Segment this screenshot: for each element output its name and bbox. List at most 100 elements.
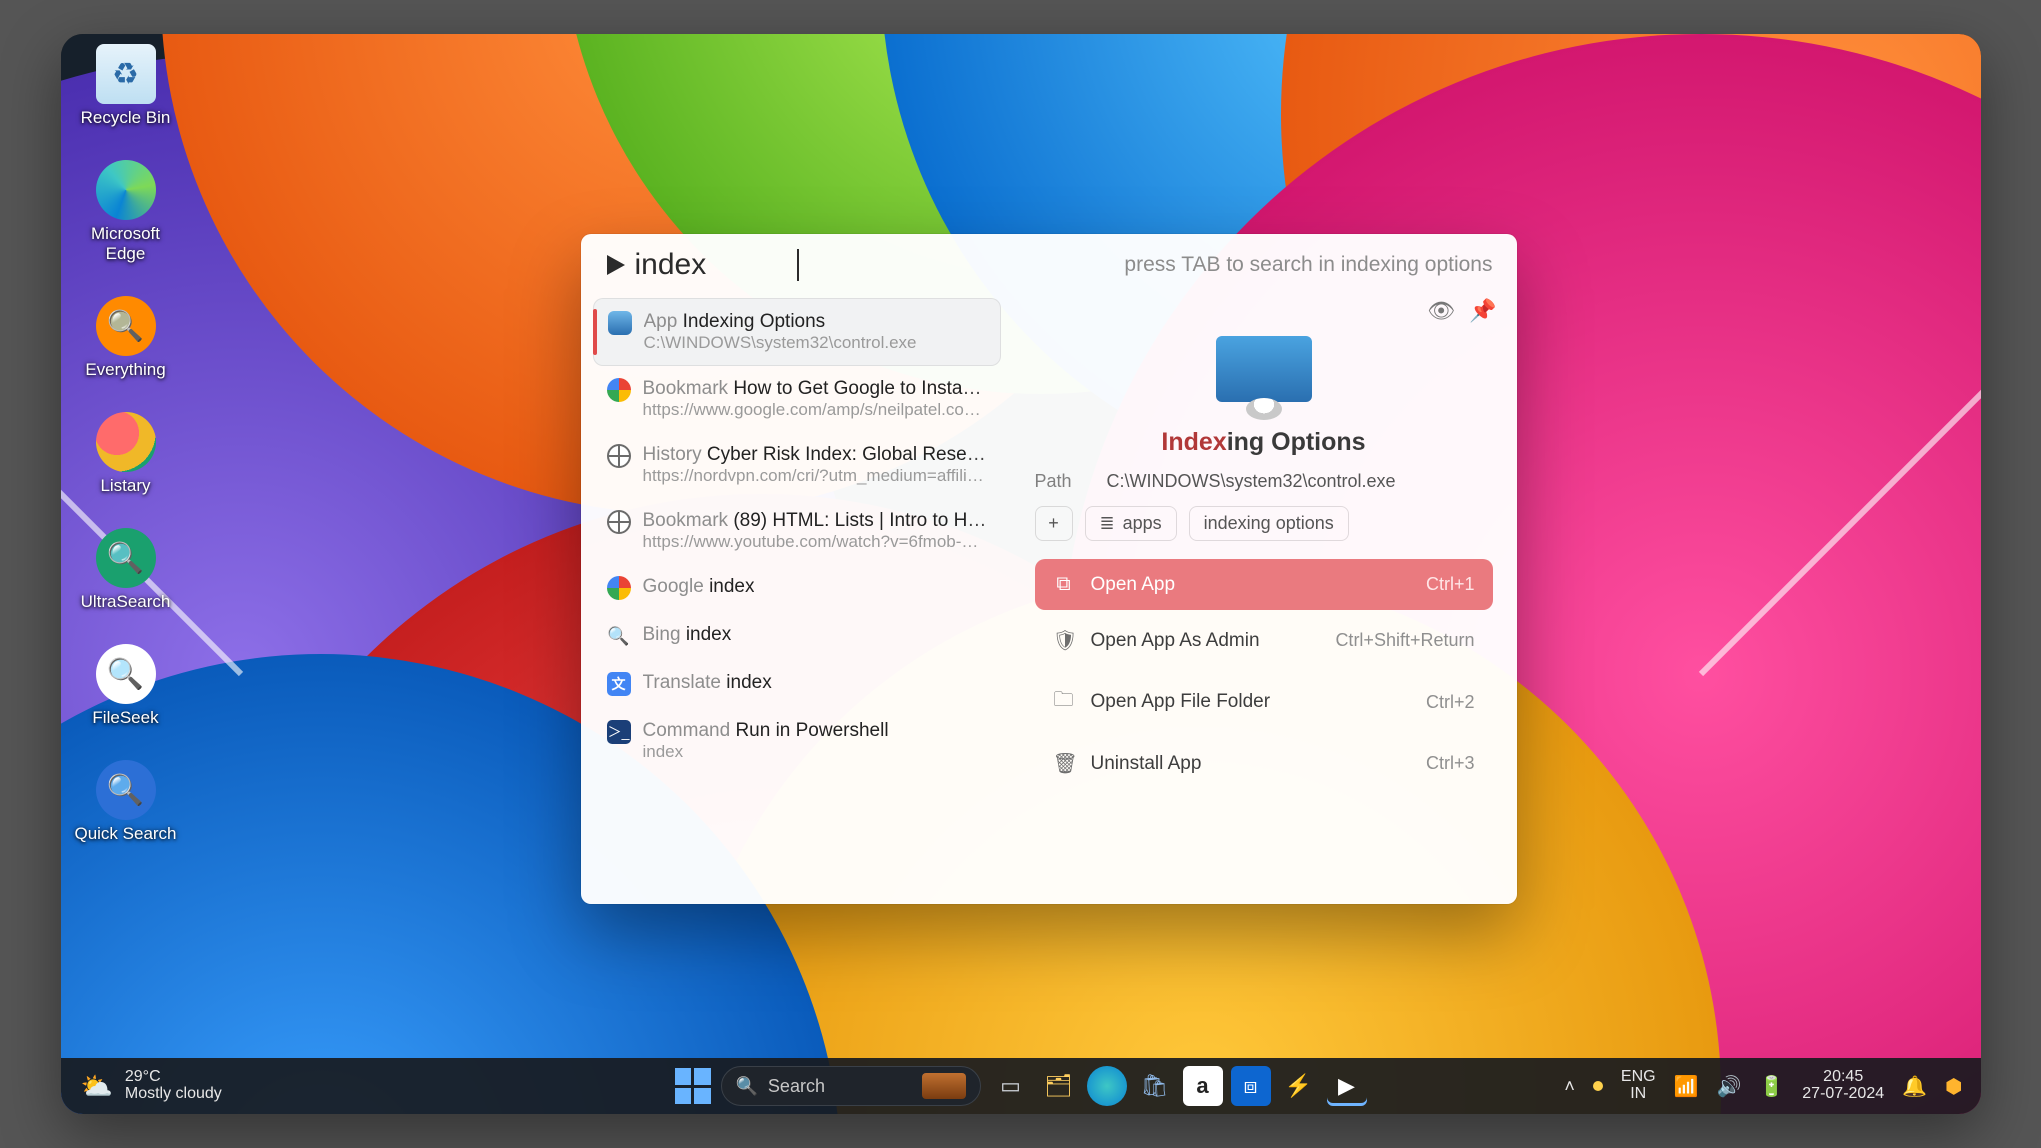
eye-icon[interactable]: 👁 (1427, 298, 1455, 324)
app-icon[interactable]: ⚡ (1279, 1066, 1319, 1106)
shortcut: Ctrl+2 (1426, 692, 1475, 713)
pin-icon[interactable]: 📌 (1469, 298, 1496, 324)
clock[interactable]: 20:45 27-07-2024 (1802, 1069, 1884, 1103)
result-subtitle: https://www.google.com/amp/s/neilpatel.c… (643, 400, 987, 420)
result-title: index (686, 624, 731, 645)
text-caret (797, 249, 799, 281)
taskbar: ⛅ 29°C Mostly cloudy 🔍 Search ▭ 🗂 🛍 a ⧈ … (61, 1058, 1981, 1114)
search-icon: 🔍 (96, 296, 156, 356)
result-kind: Translate (643, 672, 722, 693)
action-open-admin[interactable]: 🛡 Open App As Admin Ctrl+Shift+Return (1035, 614, 1493, 667)
edge-shortcut[interactable]: Microsoft Edge (71, 160, 181, 264)
quicksearch-shortcut[interactable]: 🔍 Quick Search (71, 760, 181, 844)
listary-taskbar-icon[interactable]: ▶ (1327, 1066, 1367, 1106)
wifi-icon[interactable]: 📶 (1674, 1074, 1699, 1099)
preview-panel: 👁 📌 Indexing Options Path C:\WINDOWS\sys… (1011, 292, 1517, 904)
action-label: Open App File Folder (1091, 691, 1271, 713)
listary-icon (96, 412, 156, 472)
tray-overflow-icon[interactable]: ˄ (1564, 1076, 1575, 1097)
start-button[interactable] (675, 1068, 711, 1104)
lang-secondary: IN (1630, 1086, 1646, 1103)
chip-label: apps (1123, 513, 1162, 534)
icon-label: FileSeek (92, 708, 158, 728)
amazon-icon[interactable]: a (1183, 1066, 1223, 1106)
chip-indexing-options[interactable]: indexing options (1189, 506, 1349, 541)
results-list: App Indexing Options C:\WINDOWS\system32… (581, 292, 1011, 904)
date: 27-07-2024 (1802, 1086, 1884, 1103)
result-title: Indexing Options (683, 311, 826, 332)
tray-status-icon[interactable] (1593, 1081, 1603, 1091)
file-explorer-icon[interactable]: 🗂 (1039, 1066, 1079, 1106)
search-highlight-icon (922, 1073, 966, 1099)
recycle-bin-icon[interactable]: ♻ Recycle Bin (71, 44, 181, 128)
task-view-icon[interactable]: ▭ (991, 1066, 1031, 1106)
search-icon: 🔍 (736, 1076, 758, 1097)
notifications-icon[interactable]: 🔔 (1902, 1074, 1927, 1099)
volume-icon[interactable]: 🔊 (1716, 1074, 1741, 1099)
desktop-icons: ♻ Recycle Bin Microsoft Edge 🔍 Everythin… (71, 44, 181, 844)
result-kind: Command (643, 720, 731, 741)
action-label: Uninstall App (1091, 753, 1202, 775)
google-icon (607, 378, 631, 402)
battery-icon[interactable]: 🔋 (1759, 1074, 1784, 1099)
result-kind: History (643, 444, 702, 465)
result-app-indexing[interactable]: App Indexing Options C:\WINDOWS\system32… (593, 298, 1001, 366)
control-panel-icon (608, 311, 632, 335)
dropbox-icon[interactable]: ⧈ (1231, 1066, 1271, 1106)
folder-icon: 🗀 (1053, 685, 1075, 719)
result-command[interactable]: ＞_ Command Run in Powershell index (593, 708, 1001, 774)
icon-label: Everything (85, 360, 165, 380)
icon-label: Microsoft Edge (71, 224, 181, 264)
shield-icon: 🛡 (1053, 628, 1075, 653)
globe-icon (607, 444, 631, 468)
result-bookmark-2[interactable]: Bookmark (89) HTML: Lists | Intro to HTM… (593, 498, 1001, 564)
search-input[interactable]: index (635, 248, 795, 282)
action-open-folder[interactable]: 🗀 Open App File Folder Ctrl+2 (1035, 671, 1493, 733)
chip-apps[interactable]: ≣ apps (1085, 506, 1177, 541)
search-placeholder: Search (768, 1076, 825, 1097)
result-translate[interactable]: 文 Translate index (593, 660, 1001, 708)
result-kind: Bookmark (643, 510, 729, 531)
result-google[interactable]: Google index (593, 564, 1001, 612)
fileseek-shortcut[interactable]: 🔍 FileSeek (71, 644, 181, 728)
chip-label: indexing options (1204, 513, 1334, 534)
language-indicator[interactable]: ENG IN (1621, 1069, 1656, 1103)
preview-title: Indexing Options (1035, 428, 1493, 457)
everything-shortcut[interactable]: 🔍 Everything (71, 296, 181, 380)
action-uninstall[interactable]: 🗑 Uninstall App Ctrl+3 (1035, 737, 1493, 790)
listary-shortcut[interactable]: Listary (71, 412, 181, 496)
bing-icon: 🔍 (607, 624, 631, 648)
result-subtitle: index (643, 742, 889, 762)
icon-label: Recycle Bin (81, 108, 171, 128)
shortcut: Ctrl+3 (1426, 753, 1475, 774)
search-hint: press TAB to search in indexing options (1124, 253, 1492, 277)
result-title: index (726, 672, 771, 693)
result-subtitle: https://nordvpn.com/cri/?utm_medium=affi… (643, 466, 987, 486)
time: 20:45 (1823, 1069, 1863, 1086)
taskbar-search[interactable]: 🔍 Search (721, 1066, 981, 1106)
store-icon[interactable]: 🛍 (1135, 1066, 1175, 1106)
result-kind: App (644, 311, 678, 332)
powershell-icon: ＞_ (607, 720, 631, 744)
app-large-icon (1216, 336, 1312, 402)
result-history[interactable]: History Cyber Risk Index: Global Researc… (593, 432, 1001, 498)
weather-widget[interactable]: ⛅ 29°C Mostly cloudy (61, 1069, 242, 1103)
action-open-app[interactable]: ⧉ Open App Ctrl+1 (1035, 559, 1493, 610)
add-tag-chip[interactable]: + (1035, 506, 1073, 541)
ultrasearch-shortcut[interactable]: 🔍 UltraSearch (71, 528, 181, 612)
google-icon (607, 576, 631, 600)
title-match: Index (1161, 428, 1226, 456)
result-bookmark[interactable]: Bookmark How to Get Google to Instantly … (593, 366, 1001, 432)
path-value: C:\WINDOWS\system32\control.exe (1107, 471, 1396, 492)
list-icon: ≣ (1100, 513, 1115, 534)
result-kind: Bookmark (643, 378, 729, 399)
edge-taskbar-icon[interactable] (1087, 1066, 1127, 1106)
action-label: Open App (1091, 574, 1176, 596)
result-title: How to Get Google to Instantly In (733, 378, 986, 399)
magnifier-icon: 🔍 (96, 760, 156, 820)
result-bing[interactable]: 🔍 Bing index (593, 612, 1001, 660)
result-title: (89) HTML: Lists | Intro to HTML/C (733, 510, 986, 531)
tray-app-icon[interactable]: ⬢ (1945, 1074, 1962, 1099)
desktop-screen: ♻ Recycle Bin Microsoft Edge 🔍 Everythin… (61, 34, 1981, 1114)
title-rest: ing Options (1227, 428, 1366, 456)
